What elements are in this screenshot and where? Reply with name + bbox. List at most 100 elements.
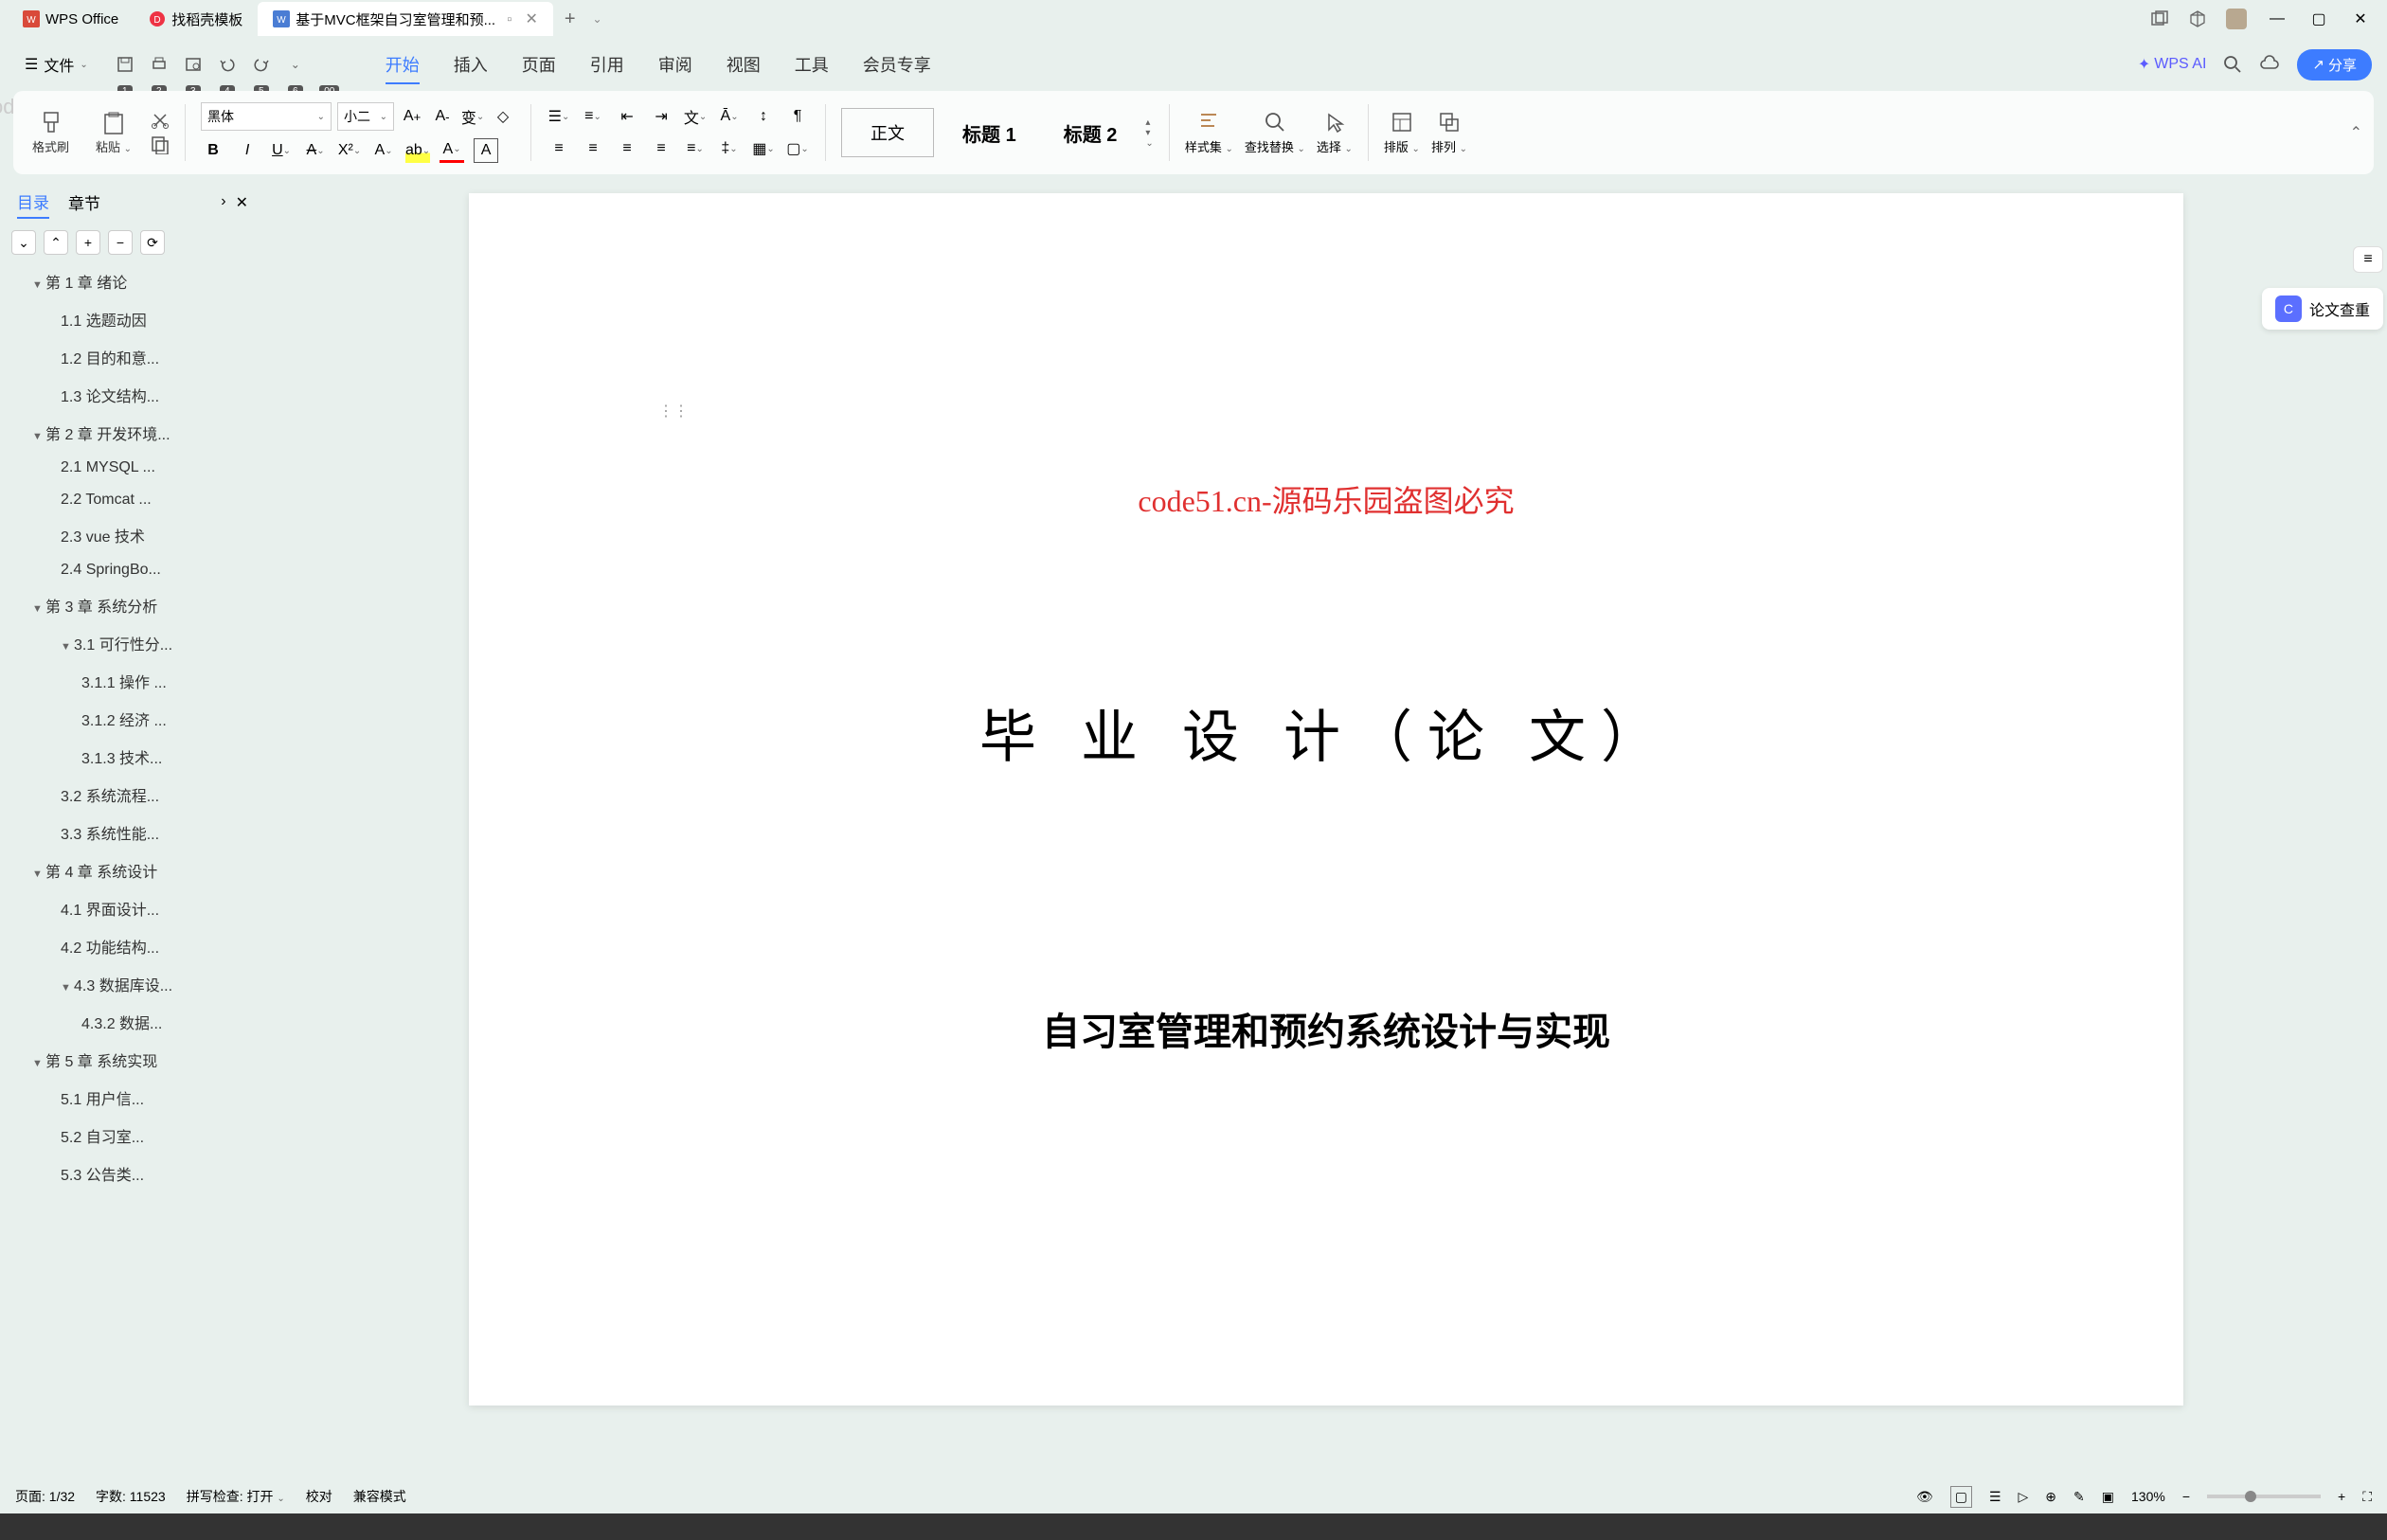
toc-item[interactable]: 1.2 目的和意... [8, 338, 258, 376]
style-down-icon[interactable]: ▾ [1145, 128, 1153, 138]
find-replace-button[interactable]: 查找替换 ⌄ [1245, 111, 1305, 155]
font-size-select[interactable]: 小二⌄ [337, 102, 394, 131]
panel-collapse-icon[interactable]: ≡ [2353, 246, 2383, 273]
toc-caret-icon[interactable]: ▼ [32, 868, 45, 880]
toc-caret-icon[interactable]: ▼ [61, 641, 74, 653]
toc-item[interactable]: ▼第 4 章 系统设计 [8, 851, 258, 889]
align-center-icon[interactable]: ≡ [581, 136, 605, 161]
cloud-icon[interactable] [2259, 55, 2280, 74]
draft-view-icon[interactable]: ✎ [2073, 1489, 2085, 1505]
sidebar-tab-toc[interactable]: 目录 [17, 186, 49, 219]
align-justify-icon[interactable]: ≡ [649, 136, 673, 161]
wps-ai-button[interactable]: ✦WPS AI [2138, 55, 2207, 74]
zoom-level[interactable]: 130% [2131, 1489, 2165, 1504]
page-view-icon[interactable]: ▢ [1950, 1486, 1972, 1508]
menu-tab-5[interactable]: 视图W [727, 52, 761, 77]
zoom-in-icon[interactable]: + [2338, 1489, 2345, 1504]
toc-item[interactable]: 3.1.1 操作 ... [8, 662, 258, 700]
avatar-icon[interactable] [2226, 9, 2247, 29]
tab-window-icon[interactable]: ▫ [507, 11, 512, 27]
line-spacing-icon[interactable]: ‡ ⌄ [717, 136, 742, 161]
style-body[interactable]: 正文 [841, 108, 934, 157]
toc-item[interactable]: 2.1 MYSQL ... [8, 452, 258, 484]
cut-icon[interactable] [151, 111, 170, 130]
eye-icon[interactable]: 👁 [1916, 1489, 1933, 1505]
remove-icon[interactable]: − [108, 230, 133, 255]
menu-tab-3[interactable]: 引用S [590, 52, 624, 77]
page-indicator[interactable]: 页面: 1/32 [15, 1487, 75, 1506]
borders-icon[interactable]: ▢ ⌄ [785, 136, 810, 161]
toc-item[interactable]: ▼第 3 章 系统分析 [8, 586, 258, 624]
menu-tab-4[interactable]: 审阅R [658, 52, 692, 77]
tab-close-icon[interactable]: ✕ [525, 9, 537, 28]
compat-mode[interactable]: 兼容模式 [353, 1487, 406, 1506]
undo-icon[interactable]: 4 [217, 54, 238, 75]
text-effect-icon[interactable]: A ⌄ [371, 138, 396, 163]
arrange-button[interactable]: 排列 ⌄ [1431, 111, 1467, 155]
styleset-button[interactable]: 样式集 ⌄ [1185, 111, 1233, 155]
highlight-icon[interactable]: ab ⌄ [405, 138, 430, 163]
more-dropdown-icon[interactable]: ⌄6 [285, 54, 306, 75]
toc-item[interactable]: 3.3 系统性能... [8, 814, 258, 851]
toc-item[interactable]: 3.1.2 经济 ... [8, 700, 258, 738]
increase-indent-icon[interactable]: ⇥ [649, 104, 673, 129]
thesis-check-button[interactable]: C 论文查重 [2262, 288, 2383, 330]
collapse-icon[interactable]: ⌃ [44, 230, 68, 255]
maximize-icon[interactable]: ▢ [2307, 8, 2330, 30]
share-button[interactable]: ↗分享 [2297, 49, 2372, 81]
review-status[interactable]: 校对 [306, 1487, 332, 1506]
toc-item[interactable]: ▼第 1 章 绪论 [8, 262, 258, 300]
toc-item[interactable]: 2.3 vue 技术 [8, 516, 258, 554]
italic-icon[interactable]: I [235, 138, 260, 163]
style-more-icon[interactable]: ⌄ [1145, 138, 1153, 149]
minimize-icon[interactable]: — [2266, 8, 2288, 30]
focus-view-icon[interactable]: ▣ [2102, 1489, 2114, 1505]
toc-item[interactable]: 4.2 功能结构... [8, 927, 258, 965]
outline-view-icon[interactable]: ☰ [1989, 1489, 2001, 1505]
layout-button[interactable]: 排版 ⌄ [1384, 111, 1420, 155]
superscript-icon[interactable]: X²⌄ [337, 138, 362, 163]
menu-tab-0[interactable]: 开始H [386, 52, 420, 77]
print-preview-icon[interactable]: 3 [183, 54, 204, 75]
windows-taskbar[interactable] [0, 1513, 2387, 1540]
spell-check-status[interactable]: 拼写检查: 打开 ⌄ [187, 1487, 285, 1506]
reading-view-icon[interactable]: ▷ [2019, 1489, 2029, 1505]
font-color-icon[interactable]: A ⌄ [440, 138, 464, 163]
style-heading2[interactable]: 标题 2 [1045, 112, 1137, 154]
tab-document[interactable]: W 基于MVC框架自习室管理和预... ▫ ✕ [258, 2, 553, 36]
number-list-icon[interactable]: ≡ ⌄ [581, 104, 605, 129]
customize-icon[interactable]: 00 [319, 54, 340, 75]
distribute-icon[interactable]: ≡ ⌄ [683, 136, 708, 161]
redo-icon[interactable]: 5 [251, 54, 272, 75]
toc-caret-icon[interactable]: ▼ [32, 279, 45, 291]
style-heading1[interactable]: 标题 1 [943, 112, 1035, 154]
sidebar-next-icon[interactable]: › [221, 193, 225, 212]
text-direction-icon[interactable]: 文 ⌄ [683, 104, 708, 129]
toc-caret-icon[interactable]: ▼ [32, 431, 45, 442]
toc-item[interactable]: ▼第 2 章 开发环境... [8, 414, 258, 452]
toc-caret-icon[interactable]: ▼ [61, 982, 74, 994]
document-canvas[interactable]: ⋮⋮ code51.cn-源码乐园盗图必究 毕 业 设 计（论 文） 自习室管理… [265, 174, 2387, 1506]
tab-menu-dropdown[interactable]: ⌄ [593, 12, 602, 26]
select-button[interactable]: 选择 ⌄ [1317, 111, 1353, 155]
toc-item[interactable]: 1.1 选题动因 [8, 300, 258, 338]
cube-icon[interactable] [2188, 9, 2207, 28]
pinyin-icon[interactable]: 变 ⌄ [460, 104, 485, 129]
toc-item[interactable]: 2.4 SpringBo... [8, 554, 258, 586]
font-family-select[interactable]: 黑体⌄ [201, 102, 332, 131]
style-up-icon[interactable]: ▴ [1145, 117, 1153, 128]
format-painter-group[interactable]: 格式刷 [25, 111, 77, 155]
web-view-icon[interactable]: ⊕ [2045, 1489, 2056, 1505]
add-icon[interactable]: + [76, 230, 100, 255]
zoom-slider[interactable] [2207, 1495, 2321, 1498]
align-right-icon[interactable]: ≡ [615, 136, 639, 161]
shading-icon[interactable]: ▦ ⌄ [751, 136, 776, 161]
asian-layout-icon[interactable]: Ā ⌄ [717, 104, 742, 129]
new-tab-button[interactable]: + [553, 9, 587, 30]
menu-tab-1[interactable]: 插入N [454, 52, 488, 77]
toc-item[interactable]: ▼3.1 可行性分... [8, 624, 258, 662]
zoom-out-icon[interactable]: − [2182, 1489, 2190, 1504]
toc-item[interactable]: ▼4.3 数据库设... [8, 965, 258, 1003]
menu-tab-7[interactable]: 会员专享K [863, 52, 931, 77]
bullet-list-icon[interactable]: ☰ ⌄ [547, 104, 571, 129]
